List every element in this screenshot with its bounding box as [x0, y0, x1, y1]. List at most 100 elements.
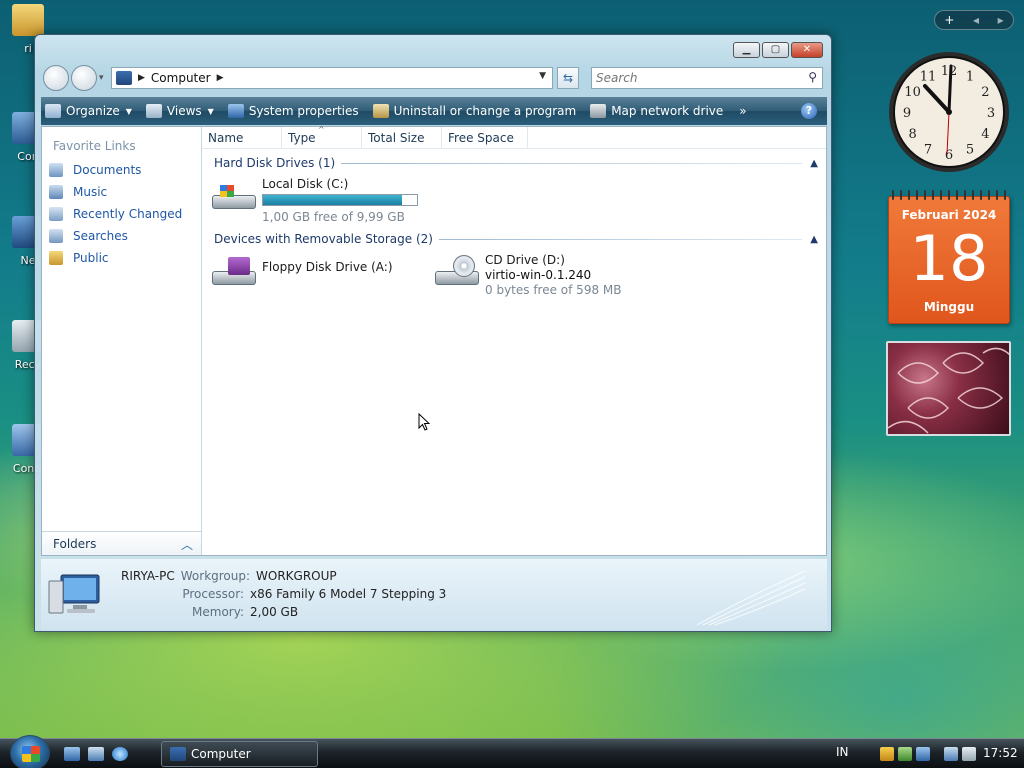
- map-network-drive-label: Map network drive: [611, 104, 724, 118]
- music-icon: [49, 185, 63, 199]
- organize-button[interactable]: Organize ▼: [45, 104, 132, 118]
- clock-numeral: 9: [903, 106, 911, 121]
- minimize-button[interactable]: ▁: [733, 42, 760, 58]
- favorite-links-title: Favorite Links: [53, 139, 136, 153]
- details-row-workgroup: RIRYA-PC Workgroup: WORKGROUP: [121, 569, 337, 583]
- computer-name: RIRYA-PC: [121, 569, 175, 583]
- details-key: Workgroup:: [180, 569, 251, 583]
- address-bar[interactable]: ▶ Computer ▶ ▼: [111, 67, 553, 89]
- details-value: WORKGROUP: [256, 569, 337, 583]
- switch-windows-icon[interactable]: [88, 747, 104, 761]
- address-dropdown-icon[interactable]: ▼: [539, 71, 546, 81]
- organize-label: Organize: [66, 104, 120, 118]
- clock-numeral: 11: [920, 70, 937, 85]
- details-key: Processor:: [182, 587, 244, 601]
- sidebar-controls: + ◂ ▸: [934, 10, 1014, 30]
- command-bar: Organize ▼ Views ▼ System properties Uni…: [41, 97, 827, 125]
- update-icon[interactable]: [898, 747, 912, 761]
- internet-explorer-icon[interactable]: [112, 747, 128, 761]
- network-status-icon[interactable]: [944, 747, 958, 761]
- favorite-link-label: Searches: [73, 229, 128, 243]
- column-header-free-space[interactable]: Free Space: [442, 127, 528, 149]
- chevron-up-icon: ︿: [180, 538, 193, 552]
- language-indicator[interactable]: IN: [836, 745, 849, 759]
- folders-toggle[interactable]: Folders ︿: [42, 531, 201, 555]
- drive-free-space: 0 bytes free of 598 MB: [485, 283, 622, 297]
- uninstall-program-label: Uninstall or change a program: [393, 104, 577, 118]
- column-header-name[interactable]: Name: [202, 127, 282, 149]
- close-button[interactable]: ✕: [791, 42, 823, 58]
- column-header-label: Name: [208, 131, 244, 145]
- recent-pages-dropdown-icon[interactable]: ▾: [99, 73, 104, 83]
- drive-floppy-a[interactable]: Floppy Disk Drive (A:): [210, 253, 393, 293]
- volume-muted-icon[interactable]: [962, 747, 976, 761]
- sidebar-prev-button[interactable]: ◂: [973, 13, 979, 27]
- slideshow-gadget[interactable]: [886, 341, 1011, 436]
- clock-numeral: 10: [904, 85, 921, 100]
- favorite-link-label: Music: [73, 185, 108, 199]
- taskbar-button-label: Computer: [191, 747, 251, 761]
- search-input[interactable]: [592, 68, 792, 88]
- breadcrumb-computer[interactable]: Computer: [151, 71, 211, 85]
- clock-gadget[interactable]: 12 1 2 3 4 5 6 7 8 9 10 11: [887, 50, 1011, 174]
- taskbar-button-computer[interactable]: Computer: [161, 741, 318, 767]
- favorite-link-label: Documents: [73, 163, 142, 177]
- help-icon[interactable]: ?: [801, 103, 817, 119]
- taskbar-clock[interactable]: 17:52: [983, 746, 1018, 760]
- group-divider: [438, 238, 803, 240]
- start-button[interactable]: [10, 735, 50, 768]
- show-desktop-icon[interactable]: [64, 747, 80, 761]
- maximize-button[interactable]: ▢: [762, 42, 789, 58]
- sort-ascending-icon: ^: [318, 125, 325, 134]
- back-button[interactable]: [43, 65, 69, 91]
- calendar-rings: [892, 190, 1006, 200]
- documents-icon: [49, 163, 63, 177]
- system-properties-button[interactable]: System properties: [227, 104, 359, 118]
- views-button[interactable]: Views ▼: [145, 104, 214, 118]
- chevron-down-icon: ▼: [125, 106, 132, 116]
- sidebar-add-button[interactable]: +: [944, 13, 954, 27]
- breadcrumb-arrow-icon[interactable]: ▶: [217, 73, 224, 83]
- favorite-link-searches[interactable]: Searches: [49, 225, 182, 247]
- breadcrumb-arrow-icon[interactable]: ▶: [138, 73, 145, 83]
- search-icon[interactable]: ⚲: [808, 70, 817, 84]
- explorer-window[interactable]: ▁ ▢ ✕ ▾ ▶ Computer ▶ ▼ ⇆ ⚲ Organize ▼ Vi…: [34, 34, 832, 632]
- map-network-drive-button[interactable]: Map network drive: [590, 104, 723, 118]
- drive-usage-bar: [262, 194, 418, 206]
- forward-button[interactable]: [71, 65, 97, 91]
- uninstall-program-button[interactable]: Uninstall or change a program: [372, 104, 577, 118]
- column-header-type[interactable]: Type ^: [282, 125, 362, 149]
- column-header-label: Type: [288, 131, 316, 145]
- public-folder-icon: [49, 251, 63, 265]
- frosted-leaves-image: [888, 347, 1009, 434]
- sidebar-next-button[interactable]: ▸: [998, 13, 1004, 27]
- windows-logo-icon: [220, 185, 234, 197]
- column-header-label: Free Space: [448, 131, 514, 145]
- favorite-link-documents[interactable]: Documents: [49, 159, 182, 181]
- favorite-link-recently-changed[interactable]: Recently Changed: [49, 203, 182, 225]
- details-value: 2,00 GB: [250, 605, 299, 619]
- refresh-button[interactable]: ⇆: [557, 67, 579, 89]
- favorite-link-music[interactable]: Music: [49, 181, 182, 203]
- chevron-up-icon: ▲: [810, 157, 818, 169]
- cd-disc-icon: [453, 255, 475, 277]
- favorite-link-public[interactable]: Public: [49, 247, 182, 269]
- favorite-link-label: Recently Changed: [73, 207, 183, 221]
- column-header-total-size[interactable]: Total Size: [362, 127, 442, 149]
- group-header-removable-storage[interactable]: Devices with Removable Storage (2) ▲: [214, 231, 818, 247]
- drive-cd-d[interactable]: CD Drive (D:) virtio-win-0.1.240 0 bytes…: [433, 253, 621, 298]
- tray-app-icon[interactable]: [916, 747, 930, 761]
- drive-local-disk-c[interactable]: Local Disk (C:) 1,00 GB free of 9,99 GB: [210, 177, 418, 225]
- clock-numeral: 12: [941, 64, 958, 79]
- computer-icon: [48, 574, 100, 614]
- more-commands-button[interactable]: »: [739, 104, 746, 118]
- security-shield-icon[interactable]: [880, 747, 894, 761]
- clock-numeral: 4: [981, 127, 989, 142]
- calendar-weekday: Minggu: [923, 300, 975, 314]
- maximize-icon: ▢: [770, 44, 781, 55]
- folder-icon: [12, 4, 44, 36]
- calendar-gadget[interactable]: Februari 2024 18 Minggu: [886, 190, 1012, 326]
- group-header-hard-disk-drives[interactable]: Hard Disk Drives (1) ▲: [214, 155, 818, 171]
- clock-numeral: 8: [908, 127, 916, 142]
- search-box[interactable]: ⚲: [591, 67, 823, 89]
